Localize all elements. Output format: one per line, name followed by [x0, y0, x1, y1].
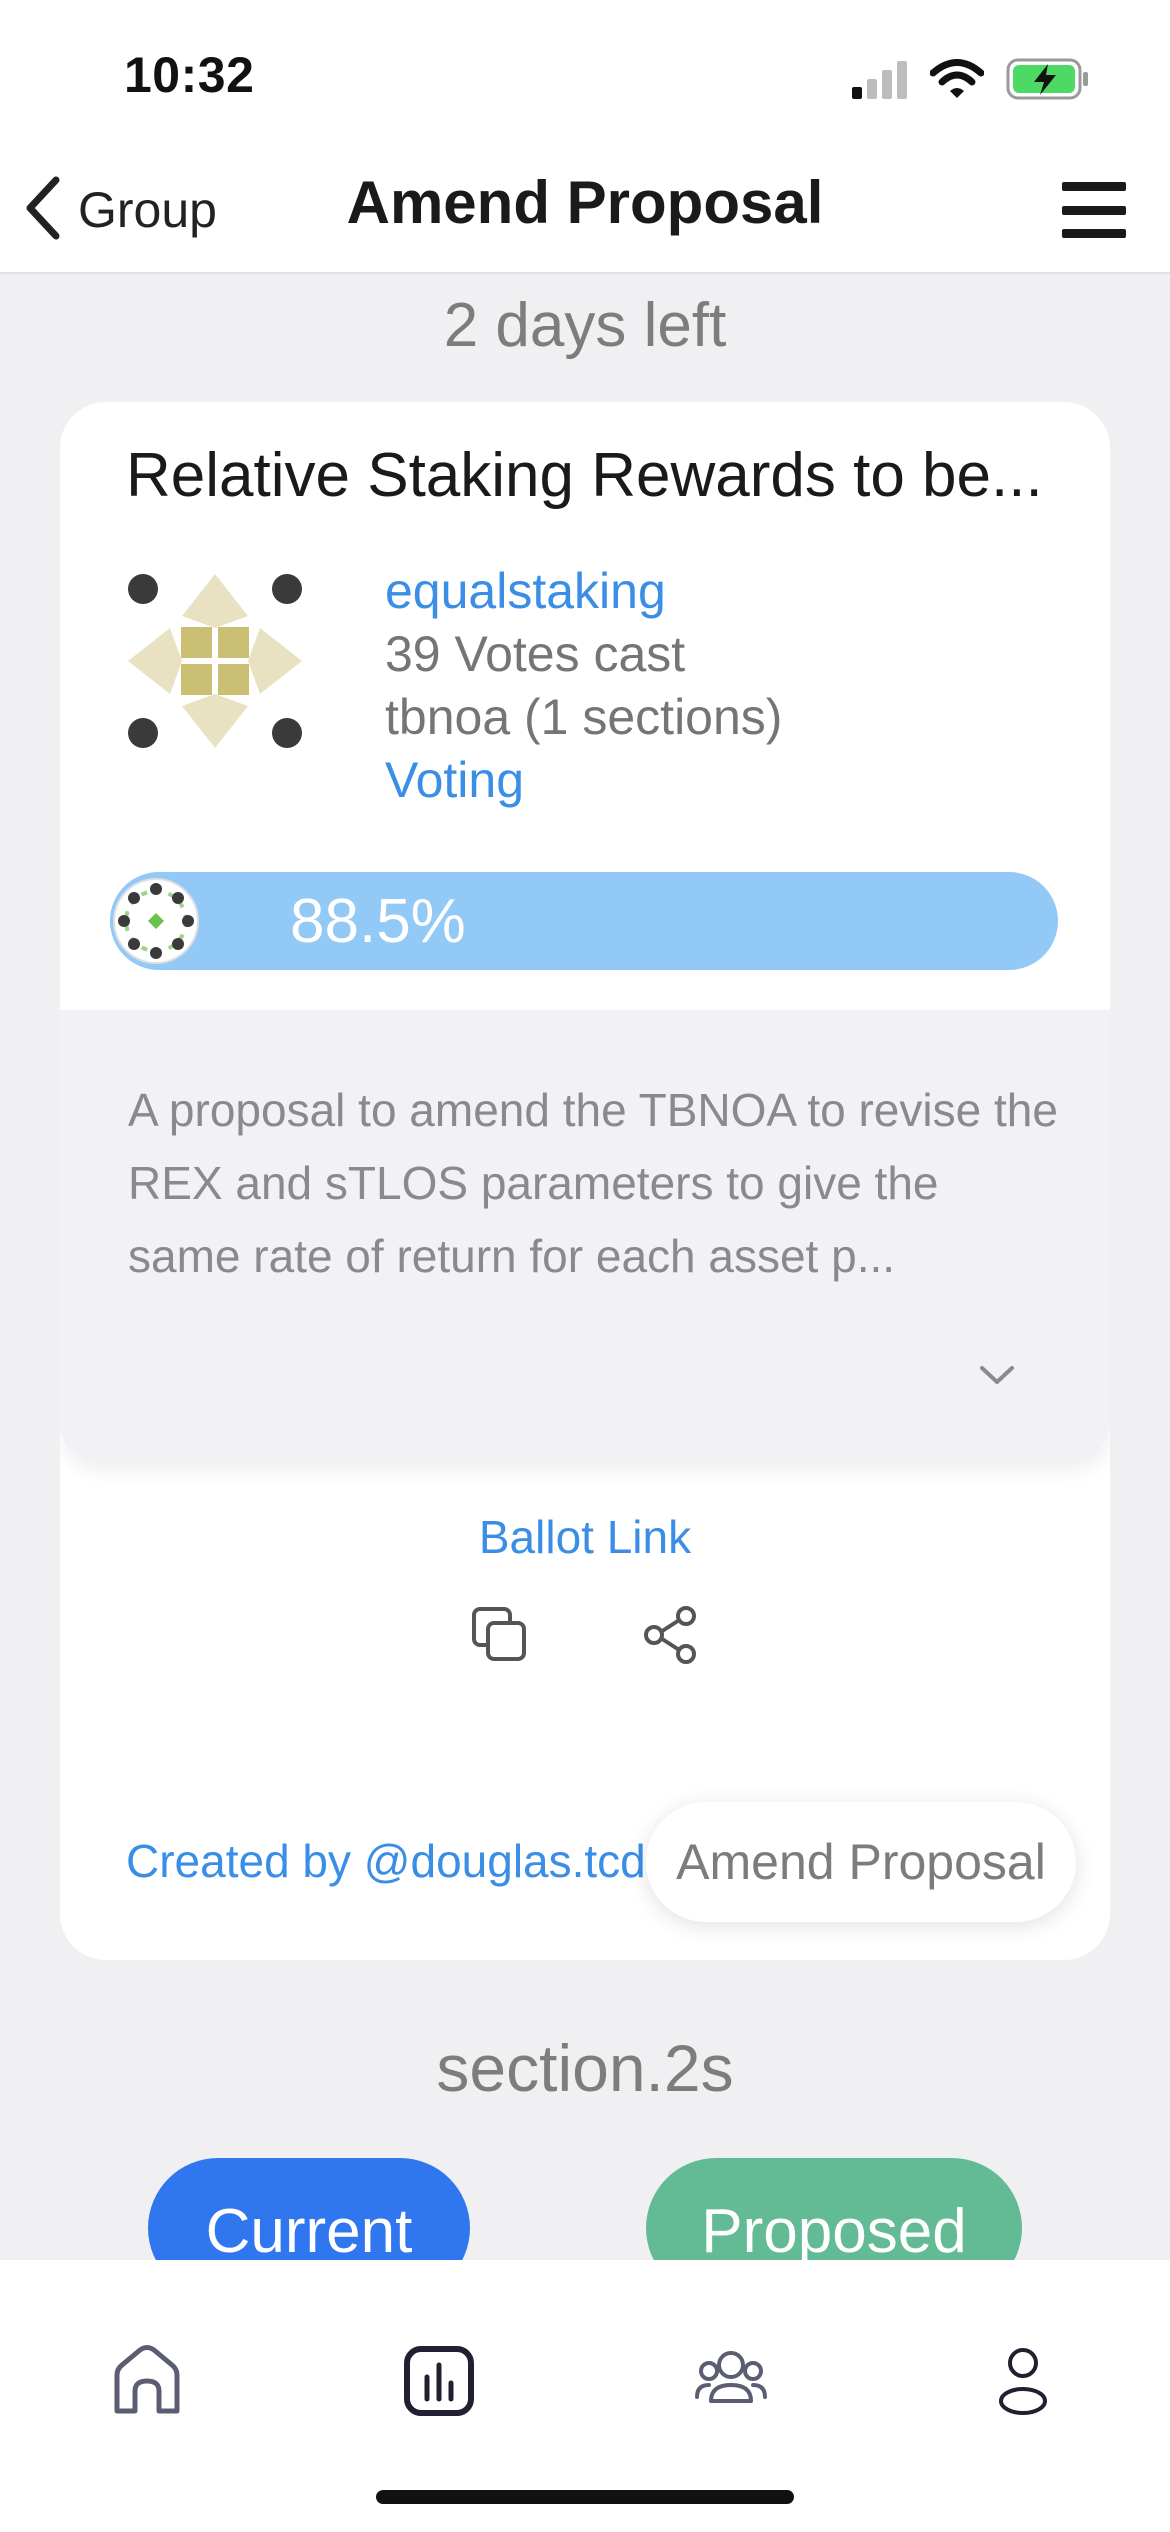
nav-bar: Group Amend Proposal — [0, 150, 1170, 274]
approval-percent: 88.5% — [290, 887, 466, 956]
status-icons — [852, 58, 1090, 105]
vote-wheel-icon — [112, 877, 200, 965]
document-sections: tbnoa (1 sections) — [385, 689, 783, 745]
hamburger-menu-icon[interactable] — [1062, 178, 1126, 242]
proposal-status: Voting — [385, 752, 525, 808]
created-by-link[interactable]: Created by @douglas.tcd — [126, 1834, 646, 1888]
cellular-signal-icon — [852, 59, 908, 104]
status-time: 10:32 — [124, 47, 255, 103]
proposal-meta: equalstaking 39 Votes cast tbnoa (1 sect… — [385, 560, 782, 812]
chevron-left-icon — [22, 176, 62, 245]
description-box: A proposal to amend the TBNOA to revise … — [60, 1010, 1110, 1462]
back-button[interactable]: Group — [22, 170, 217, 250]
battery-charging-icon — [1006, 58, 1090, 105]
time-left: 2 days left — [443, 291, 727, 360]
group-name-link[interactable]: equalstaking — [385, 560, 782, 623]
chevron-down-icon[interactable] — [972, 1350, 1022, 1400]
approval-progress-fill — [110, 872, 949, 970]
home-icon[interactable] — [92, 2326, 202, 2436]
ballot-link[interactable]: Ballot Link — [60, 1510, 1110, 1564]
wifi-icon — [929, 58, 985, 105]
proposal-title: Relative Staking Rewards to be... — [126, 441, 1043, 510]
home-indicator — [376, 2490, 794, 2504]
section-name: section.2s — [436, 2031, 734, 2105]
amend-proposal-button[interactable]: Amend Proposal — [646, 1802, 1076, 1922]
proposal-card: Relative Staking Rewards to be... equals… — [60, 402, 1110, 1960]
groups-icon[interactable] — [676, 2326, 786, 2436]
votes-cast: 39 Votes cast — [385, 626, 686, 682]
share-icon[interactable] — [615, 1580, 725, 1690]
proposal-description: A proposal to amend the TBNOA to revise … — [128, 1084, 1058, 1282]
profile-icon[interactable] — [968, 2326, 1078, 2436]
group-avatar — [120, 566, 310, 756]
screen: 10:32 Group Amend Proposal 2 days left R… — [0, 0, 1170, 2532]
copy-icon[interactable] — [445, 1580, 555, 1690]
back-label: Group — [78, 182, 217, 238]
approval-progress-bar: 88.5% — [110, 872, 1058, 970]
status-bar: 10:32 — [0, 0, 1170, 150]
stats-icon[interactable] — [384, 2326, 494, 2436]
